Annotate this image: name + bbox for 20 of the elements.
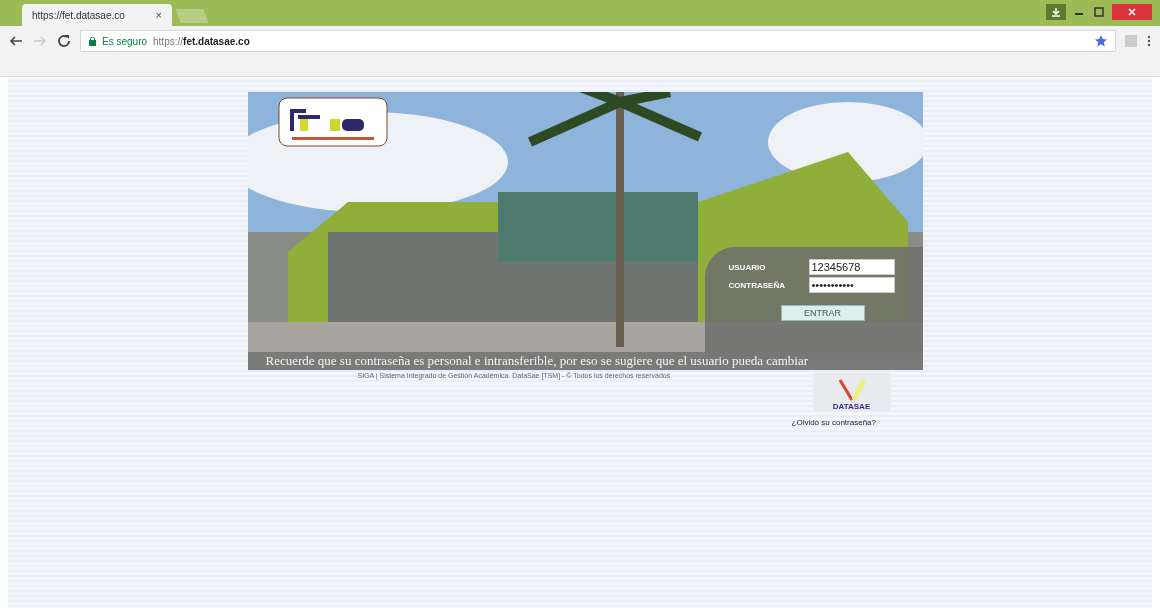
password-label: CONTRASEÑA: [728, 280, 786, 290]
lock-icon: [89, 36, 96, 46]
username-label: USUARIO: [728, 262, 767, 272]
close-window-icon[interactable]: [1112, 4, 1152, 20]
password-field[interactable]: •••••••••••: [808, 277, 895, 293]
url-text: https://: [153, 35, 184, 47]
username-field[interactable]: 12345678: [808, 259, 895, 275]
url-host: fet.datasae.co: [183, 35, 250, 47]
notice-marquee: Recuerde que su contraseña es personal e intransferible, por eso se sugiere que el usuario pueda cambiar: [247, 352, 923, 370]
star-icon[interactable]: [1095, 35, 1107, 47]
restore-icon[interactable]: [1092, 5, 1106, 19]
browser-tab[interactable]: https://fet.datasae.co ×: [22, 4, 172, 26]
datasae-logo: DATASAE: [812, 373, 891, 411]
forgot-password-link[interactable]: ¿Olvidó su contraseña?: [791, 418, 876, 427]
security-label: Es seguro: [102, 35, 148, 47]
address-bar[interactable]: Es seguro https://fet.datasae.co: [80, 30, 1116, 52]
enter-button[interactable]: ENTRAR: [780, 305, 865, 321]
reload-icon[interactable]: [56, 33, 72, 49]
menu-icon[interactable]: [1146, 34, 1152, 48]
tab-close-button[interactable]: ×: [155, 9, 162, 21]
